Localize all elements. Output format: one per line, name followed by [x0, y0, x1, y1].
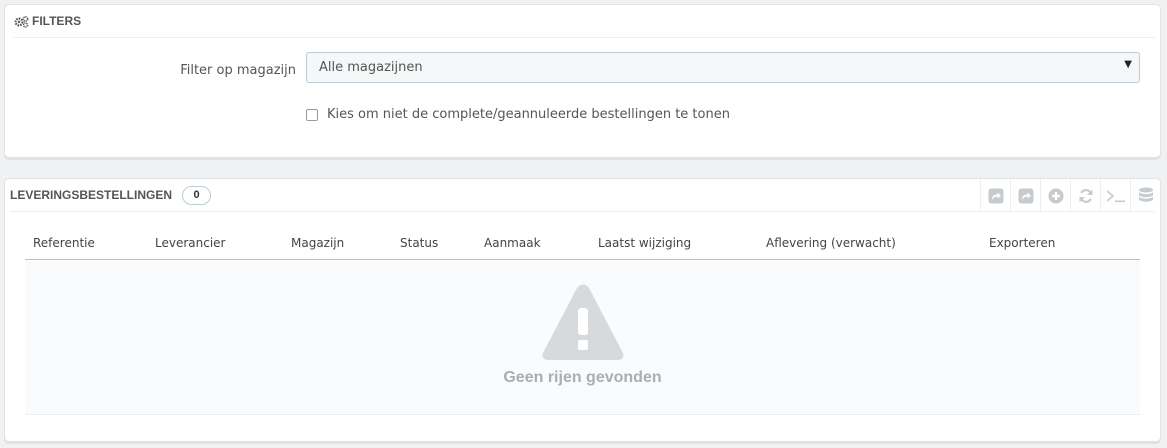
orders-table-header: Referentie Leverancier Magazijn Status A…: [25, 229, 1140, 260]
warehouse-select-value: Alle magazijnen: [319, 60, 423, 75]
warning-icon: [541, 283, 625, 365]
warehouse-select[interactable]: Alle magazijnen ▼: [306, 52, 1140, 83]
supply-orders-title: LEVERINGSBESTELLINGEN: [10, 188, 173, 202]
list-toolbar: [980, 179, 1160, 212]
filters-panel: FILTERS Filter op magazijn Alle magazijn…: [4, 4, 1161, 158]
export-button[interactable]: [980, 179, 1010, 212]
caret-down-icon: ▼: [1124, 59, 1132, 70]
hide-completed-checkbox[interactable]: [306, 108, 318, 121]
filters-heading: FILTERS: [14, 5, 1155, 38]
supply-orders-panel: LEVERINGSBESTELLINGEN 0 Referentie Lever…: [4, 178, 1161, 442]
filters-title: FILTERS: [32, 14, 82, 28]
column-aflevering[interactable]: Aflevering (verwacht): [766, 236, 896, 250]
database-icon: [1138, 187, 1154, 205]
column-exporteren[interactable]: Exporteren: [989, 236, 1055, 250]
hide-completed-label: Kies om niet de complete/geannuleerde be…: [327, 107, 730, 122]
column-referentie[interactable]: Referentie: [33, 236, 95, 250]
export-icon: [988, 188, 1004, 204]
column-status[interactable]: Status: [400, 236, 438, 250]
refresh-button[interactable]: [1070, 179, 1100, 212]
sql-query-button[interactable]: [1100, 179, 1130, 212]
column-leverancier[interactable]: Leverancier: [155, 236, 225, 250]
refresh-icon: [1078, 188, 1094, 204]
export-icon: [1018, 188, 1034, 204]
add-icon: [1048, 188, 1064, 204]
column-aanmaak[interactable]: Aanmaak: [484, 236, 541, 250]
empty-message: Geen rijen gevonden: [503, 369, 662, 386]
orders-count-badge: 0: [182, 185, 212, 205]
hide-completed-option[interactable]: Kies om niet de complete/geannuleerde be…: [306, 107, 730, 122]
sql-query-icon: [1105, 189, 1126, 203]
export-button-2[interactable]: [1010, 179, 1040, 212]
database-button[interactable]: [1130, 179, 1160, 212]
empty-table-area: Geen rijen gevonden: [25, 261, 1140, 415]
cogs-icon: [14, 15, 29, 28]
column-magazijn[interactable]: Magazijn: [291, 236, 344, 250]
warehouse-filter-label: Filter op magazijn: [180, 63, 296, 78]
add-button[interactable]: [1040, 179, 1070, 212]
column-laatst-wijziging[interactable]: Laatst wijziging: [598, 236, 691, 250]
